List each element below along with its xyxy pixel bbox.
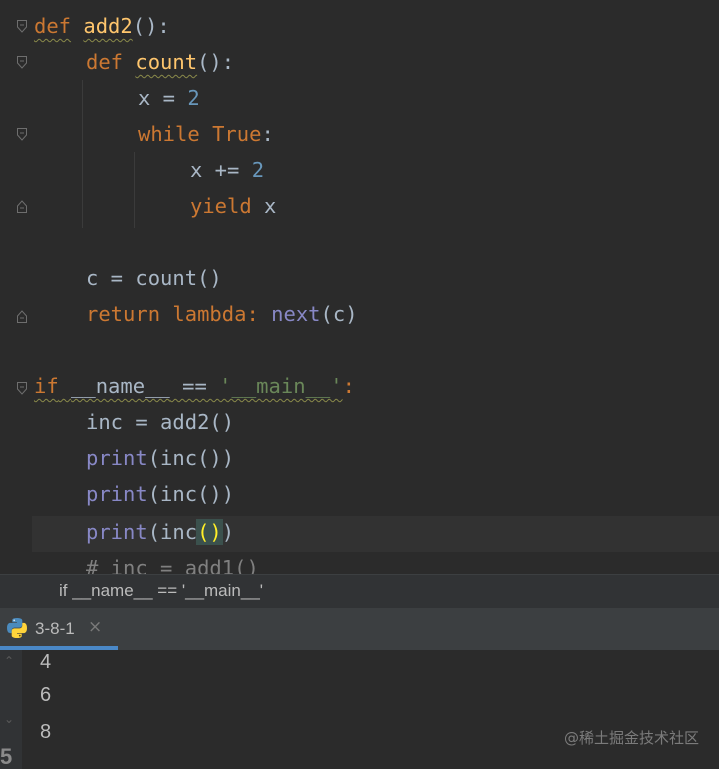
breadcrumb[interactable]: if __name__ == '__main__' (0, 574, 719, 608)
code-line[interactable]: yield x (190, 188, 276, 224)
code-text: inc = add2() (86, 410, 235, 434)
code-text: (c) (320, 302, 358, 326)
code-line[interactable]: print(inc()) (86, 440, 234, 476)
number-token: 2 (251, 158, 265, 182)
number-token: 2 (187, 86, 200, 110)
fold-open-icon[interactable] (17, 56, 27, 69)
builtin-token: print (86, 446, 148, 470)
run-tool-header: 3-8-1 × (0, 608, 719, 650)
variable-token: x (190, 158, 203, 182)
variable-token: __name__ (71, 374, 170, 398)
code-text: (): (197, 50, 235, 74)
operator-token: = (150, 86, 188, 110)
code-text: x (251, 194, 277, 218)
code-text: c = count() (86, 266, 222, 290)
indent-guide (82, 80, 83, 228)
keyword-token: def (86, 50, 124, 74)
chevron-up-icon[interactable]: ⌃ (4, 654, 14, 668)
matched-paren: () (196, 519, 223, 545)
code-text: (): (132, 14, 170, 38)
keyword-token: lambda (172, 302, 247, 326)
code-line[interactable]: print(inc()) (86, 476, 234, 512)
fold-open-icon[interactable] (17, 128, 27, 141)
code-editor[interactable]: def add2(): def count(): x = 2 while Tru… (0, 0, 719, 576)
indent-guide (134, 152, 135, 228)
comment-token: # inc = add1() (86, 556, 259, 576)
keyword-token: yield (190, 194, 252, 218)
gutter-digit: 5 (0, 744, 13, 769)
operator-token: += (202, 158, 252, 182)
code-line[interactable]: if __name__ == '__main__': (34, 368, 355, 404)
builtin-token: next (271, 302, 321, 326)
code-text: : (261, 122, 274, 146)
fold-open-icon[interactable] (17, 20, 27, 33)
code-text: ) (221, 520, 235, 544)
builtin-token: print (86, 482, 148, 506)
keyword-token: return (86, 302, 161, 326)
ide-window: def add2(): def count(): x = 2 while Tru… (0, 0, 719, 769)
code-text: (inc()) (147, 446, 235, 470)
console-output-line: 8 (40, 721, 52, 743)
console-output-line: 4 (40, 651, 52, 673)
editor-gutter (0, 0, 32, 576)
keyword-token: True (212, 122, 262, 146)
chevron-down-icon[interactable]: ⌄ (4, 712, 14, 726)
code-text: (inc (147, 520, 198, 544)
run-tab-label: 3-8-1 (35, 619, 75, 638)
fold-open-icon[interactable] (17, 382, 27, 395)
run-tab[interactable]: 3-8-1 × (0, 608, 118, 650)
colon-token: : (246, 302, 272, 326)
console-output-line: 6 (40, 684, 52, 706)
keyword-token: while (138, 122, 200, 146)
variable-token: x (138, 86, 151, 110)
python-icon (6, 617, 28, 639)
code-line[interactable]: x += 2 (190, 152, 264, 188)
keyword-token: if (34, 374, 59, 398)
code-line[interactable]: # inc = add1() (86, 550, 259, 576)
function-name-token: count (135, 50, 198, 74)
code-line[interactable]: def count(): (86, 44, 234, 80)
code-line[interactable]: def add2(): (34, 8, 170, 44)
string-token: '__main__' (219, 374, 343, 398)
code-text: (inc()) (147, 482, 235, 506)
close-icon[interactable]: × (88, 617, 102, 637)
keyword-token: def (34, 14, 72, 38)
colon-token: : (342, 374, 355, 398)
code-line[interactable]: inc = add2() (86, 404, 234, 440)
watermark: @稀土掘金技术社区 (563, 729, 699, 747)
fold-close-icon[interactable] (17, 200, 27, 213)
code-line[interactable]: c = count() (86, 260, 222, 296)
builtin-token: print (86, 520, 148, 544)
code-line[interactable]: x = 2 (138, 80, 200, 116)
run-console[interactable]: ⌃ ⌄ 4 6 8 (0, 650, 719, 769)
fold-close-icon[interactable] (17, 310, 27, 323)
code-line[interactable]: while True: (138, 116, 274, 152)
breadcrumb-item[interactable]: if __name__ == '__main__' (59, 581, 263, 601)
code-line[interactable]: return lambda: next(c) (86, 296, 358, 332)
function-name-token: add2 (83, 14, 133, 38)
operator-token: == (169, 374, 220, 398)
code-line[interactable]: print(inc()) (86, 514, 234, 550)
